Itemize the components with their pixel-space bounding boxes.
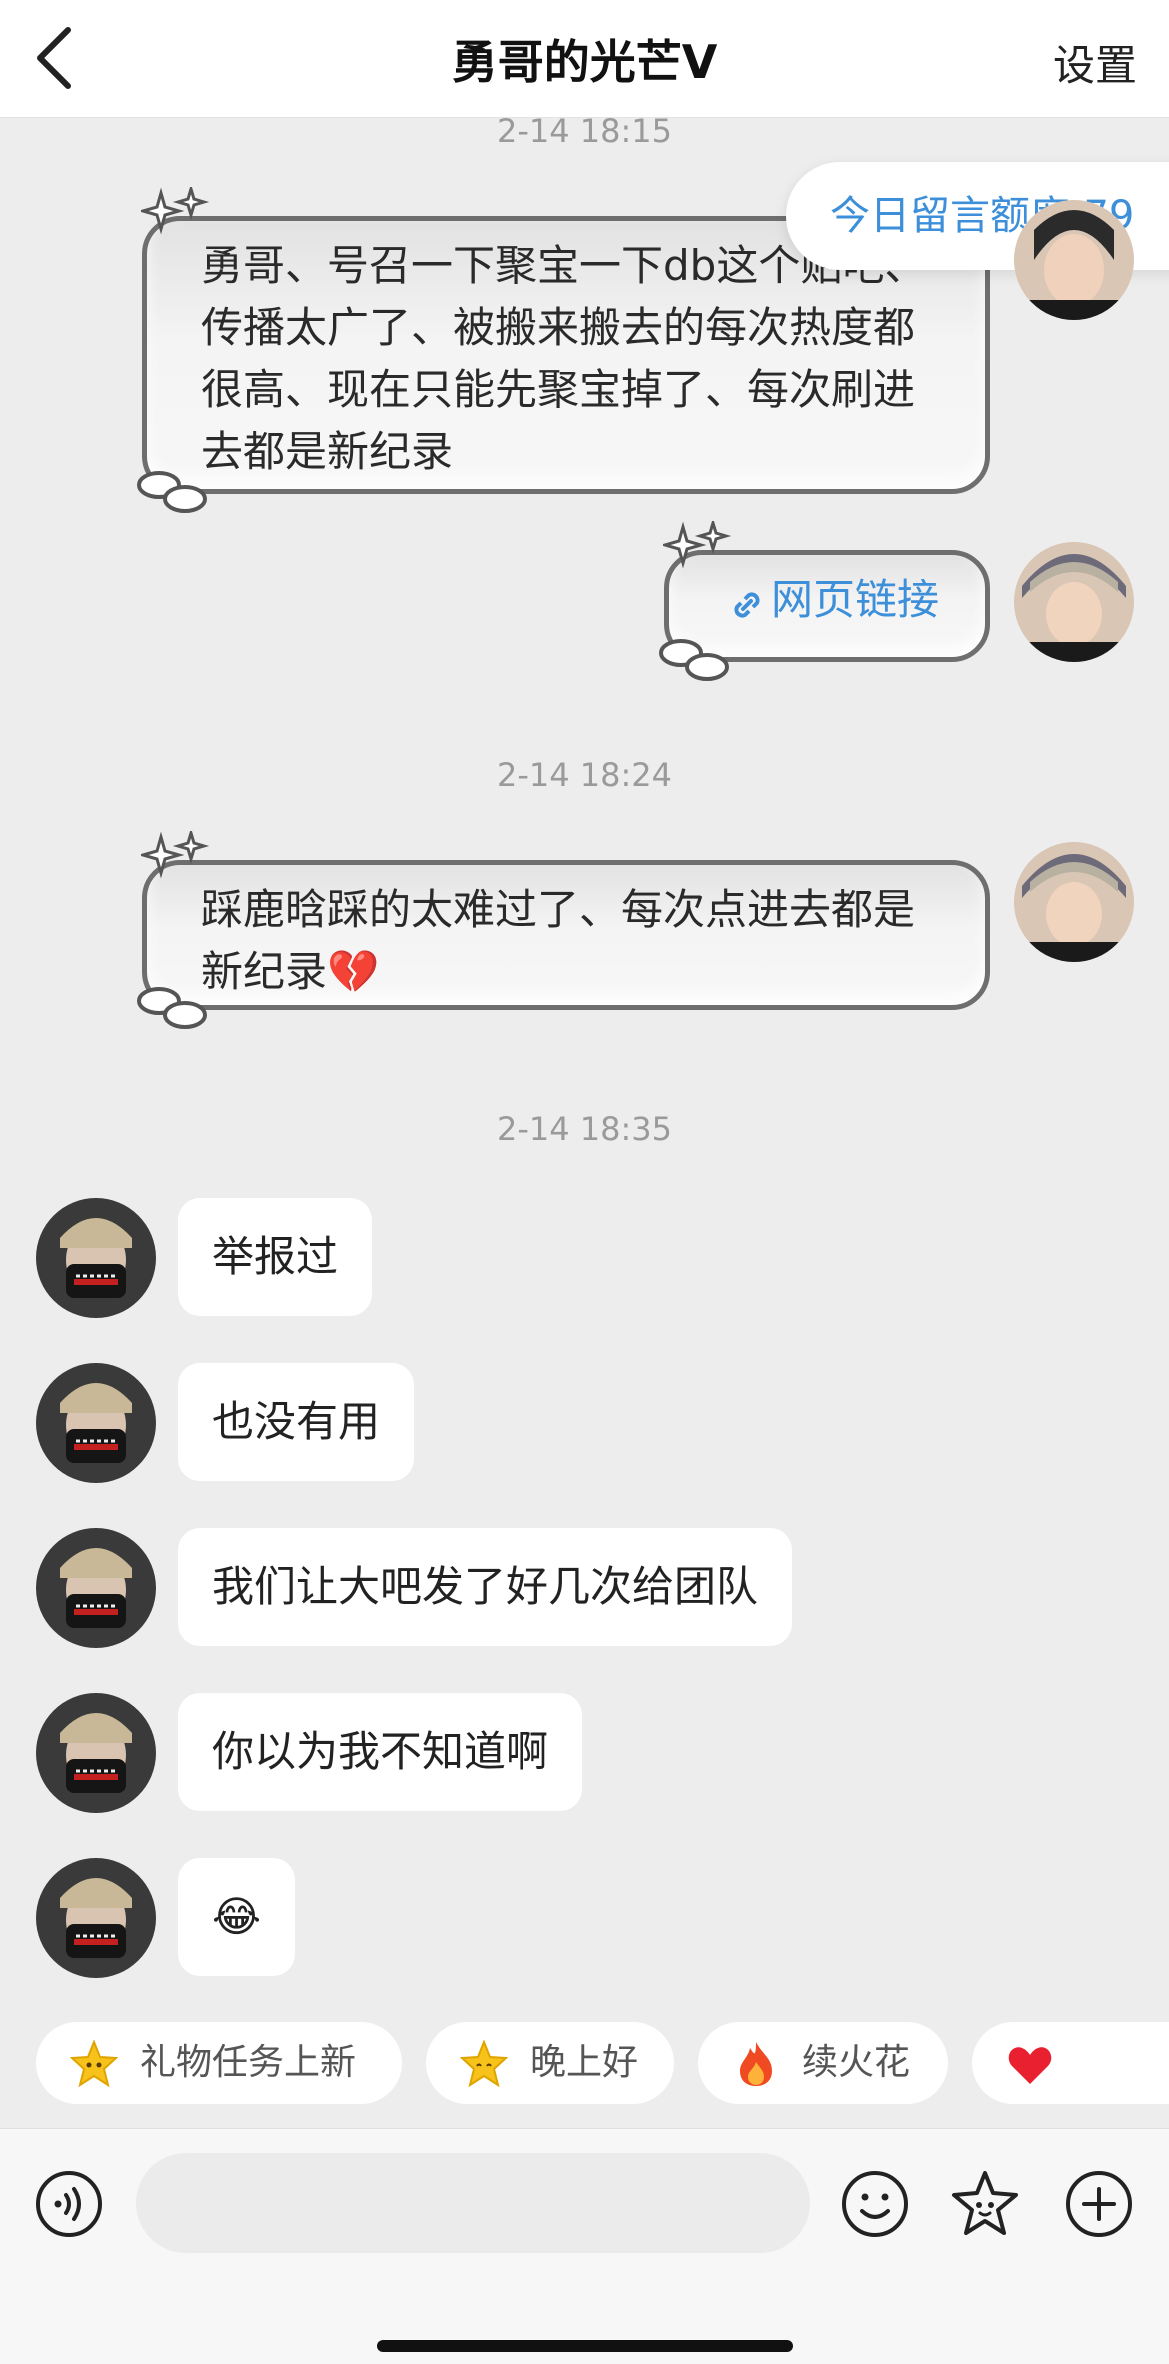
plus-icon (1066, 2171, 1132, 2237)
sparkle-icon (141, 831, 210, 879)
avatar-self[interactable] (1014, 200, 1134, 320)
input-bar (0, 2128, 1169, 2364)
message-text: 勇哥、号召一下聚宝一下db这个贴吧、传播太广了、被搬来搬去的每次热度都很高、现在… (201, 241, 927, 476)
message-bubble-received[interactable]: 😂 (178, 1858, 296, 1976)
avatar-contact[interactable] (36, 1858, 156, 1978)
message-text: 踩鹿晗踩的太难过了、每次点进去都是新纪录 (201, 885, 916, 996)
quick-reply-chip[interactable]: 晚上好 (426, 2022, 674, 2104)
sticker-button[interactable] (950, 2169, 1020, 2239)
heart-icon (1008, 2047, 1052, 2084)
timestamp: 2-14 18:15 (496, 112, 672, 150)
avatar-self[interactable] (1014, 842, 1134, 962)
avatar-contact[interactable] (36, 1363, 156, 1483)
message-bubble-received[interactable]: 你以为我不知道啊 (178, 1693, 583, 1811)
link-message-bubble[interactable]: 网页链接 (659, 521, 990, 681)
message-bubble-sent[interactable]: 踩鹿晗踩的太难过了、每次点进去都是新纪录💔 (137, 831, 990, 1029)
voice-button[interactable] (34, 2169, 104, 2239)
star-face-outline-icon (952, 2171, 1018, 2235)
star-face-icon (460, 2040, 508, 2088)
link-icon (734, 592, 760, 618)
quick-reply-chip[interactable]: 续火花 (698, 2022, 948, 2104)
link-label[interactable]: 网页链接 (771, 575, 939, 624)
sparkle-icon (663, 521, 732, 569)
home-indicator (377, 2340, 793, 2352)
nav-bar: 勇哥的光芒Ⅴ 设置 (0, 0, 1169, 118)
quick-reply-chip[interactable]: 礼物任务上新 (36, 2022, 402, 2104)
chat-title: 勇哥的光芒Ⅴ (451, 35, 718, 89)
more-button[interactable] (1064, 2169, 1134, 2239)
emoji-button[interactable] (840, 2169, 910, 2239)
avatar-contact[interactable] (36, 1528, 156, 1648)
timestamp: 2-14 18:24 (496, 756, 672, 794)
avatar-contact[interactable] (36, 1198, 156, 1318)
chip-label: 晚上好 (530, 2042, 639, 2083)
message-bubble-received[interactable]: 举报过 (178, 1198, 373, 1316)
quick-reply-chip[interactable] (972, 2022, 1169, 2104)
avatar-contact[interactable] (36, 1693, 156, 1813)
voice-icon (36, 2171, 102, 2237)
settings-button[interactable]: 设置 (1053, 32, 1137, 93)
chip-label: 续火花 (802, 2042, 911, 2083)
broken-heart-emoji: 💔 (327, 947, 380, 996)
sparkle-icon (141, 187, 210, 235)
avatar-self[interactable] (1014, 542, 1134, 662)
message-bubble-received[interactable]: 我们让大吧发了好几次给团队 (178, 1528, 793, 1646)
speech-clouds-icon (659, 639, 729, 681)
chip-label: 礼物任务上新 (140, 2042, 357, 2083)
flame-icon (740, 2042, 772, 2086)
smiley-icon (842, 2171, 908, 2237)
speech-clouds-icon (137, 987, 207, 1029)
message-input[interactable] (136, 2153, 810, 2253)
speech-clouds-icon (137, 471, 207, 513)
timestamp: 2-14 18:35 (496, 1110, 672, 1148)
message-bubble-received[interactable]: 也没有用 (178, 1363, 415, 1481)
star-face-icon (70, 2040, 118, 2088)
chat-screen: 勇哥的光芒Ⅴ 设置 2-14 18:15 勇哥、号召一下聚宝一下db这个贴吧、传… (0, 0, 1169, 2364)
